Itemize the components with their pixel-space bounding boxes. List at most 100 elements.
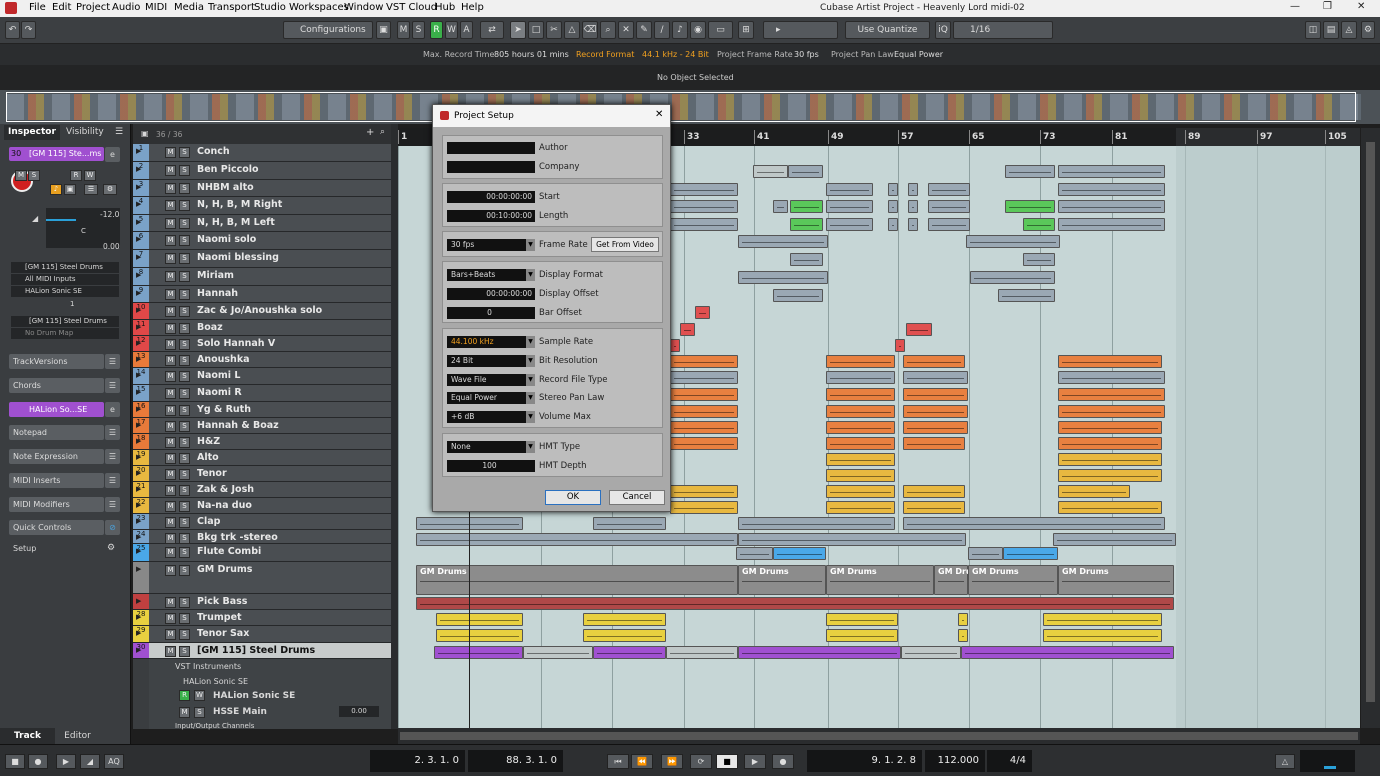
track-mute-button[interactable]: M	[165, 437, 176, 448]
expand-arrow-icon[interactable]: ▶	[136, 388, 141, 396]
folder-write-button[interactable]: W	[194, 690, 205, 701]
get-from-video-button[interactable]: Get From Video	[591, 237, 659, 252]
event-part[interactable]	[1058, 200, 1165, 213]
track-row[interactable]: 6 ▶ M S Naomi solo	[133, 232, 391, 250]
tempo-display[interactable]: 112.000	[925, 750, 985, 772]
track-name[interactable]: Zac & Jo/Anoushka solo	[197, 305, 322, 316]
rewind-icon[interactable]: ⏪	[631, 754, 653, 769]
autoscroll-icon[interactable]: ⇄	[480, 21, 504, 39]
solo-button[interactable]: S	[28, 170, 40, 181]
zoom-tool-icon[interactable]: ⌕	[600, 21, 616, 39]
expand-arrow-icon[interactable]: ▶	[136, 517, 141, 525]
tab-track[interactable]: Track	[0, 728, 55, 744]
event-part[interactable]	[903, 388, 968, 401]
track-mute-button[interactable]: M	[165, 597, 176, 608]
track-name[interactable]: Clap	[197, 516, 220, 527]
event-part[interactable]	[895, 339, 905, 352]
event-part[interactable]	[670, 218, 738, 231]
event-part[interactable]: GM Drums	[934, 565, 968, 595]
event-part[interactable]	[1058, 453, 1162, 466]
section-halion[interactable]: HALion So...SE	[9, 402, 104, 417]
event-part[interactable]	[670, 200, 738, 213]
event-part[interactable]: GM Drums	[416, 565, 738, 595]
sample-rate-select[interactable]: 44.100 kHz ▼	[447, 336, 535, 348]
track-name[interactable]: Zak & Josh	[197, 484, 254, 495]
track-mute-button[interactable]: M	[165, 355, 176, 366]
event-part[interactable]	[888, 200, 898, 213]
event-part[interactable]	[1043, 613, 1162, 626]
fast-forward-icon[interactable]: ⏩	[661, 754, 683, 769]
event-part[interactable]	[1058, 371, 1165, 384]
cycle-icon[interactable]: ⟳	[690, 754, 712, 769]
event-part[interactable]	[1005, 200, 1055, 213]
track-name[interactable]: GM Drums	[197, 564, 252, 575]
track-name[interactable]: [GM 115] Steel Drums	[197, 645, 315, 656]
color-tool-icon[interactable]: ◉	[690, 21, 706, 39]
track-solo-button[interactable]: S	[179, 355, 190, 366]
track-name[interactable]: Conch	[197, 146, 230, 157]
folder-read-button[interactable]: R	[179, 690, 190, 701]
quick-controls-icon[interactable]: ⊘	[105, 520, 120, 535]
event-part[interactable]	[903, 485, 965, 498]
event-part[interactable]	[826, 453, 895, 466]
author-input[interactable]	[447, 142, 535, 154]
expand-arrow-icon[interactable]: ▶	[136, 629, 141, 637]
track-mute-button[interactable]: M	[165, 453, 176, 464]
glue-tool-icon[interactable]: △	[564, 21, 580, 39]
track-mute-button[interactable]: M	[165, 147, 176, 158]
track-name[interactable]: N, H, B, M Right	[197, 199, 282, 210]
volume-max-select[interactable]: +6 dB ▼	[447, 411, 535, 423]
track-name[interactable]: Flute Combi	[197, 546, 261, 557]
track-solo-button[interactable]: S	[179, 437, 190, 448]
track-row[interactable]: 17 ▶ M S Hannah & Boaz	[133, 418, 391, 434]
lanes-icon[interactable]: ☰	[84, 184, 98, 195]
track-solo-button[interactable]: S	[179, 453, 190, 464]
track-name[interactable]: Alto	[197, 452, 219, 463]
expand-arrow-icon[interactable]: ▶	[136, 253, 141, 261]
event-part[interactable]	[826, 388, 895, 401]
track-solo-button[interactable]: S	[179, 597, 190, 608]
mute-tool-icon[interactable]: ✕	[618, 21, 634, 39]
track-row[interactable]: 5 ▶ M S N, H, B, M Left	[133, 215, 391, 232]
expand-arrow-icon[interactable]: ▶	[136, 646, 141, 654]
track-solo-button[interactable]: S	[179, 388, 190, 399]
event-part[interactable]	[738, 646, 901, 659]
layout-right-icon[interactable]: ◬	[1341, 21, 1357, 39]
expand-arrow-icon[interactable]: ▶	[136, 306, 141, 314]
play-tool-icon[interactable]: ♪	[672, 21, 688, 39]
expand-arrow-icon[interactable]: ▶	[136, 323, 141, 331]
menu-file[interactable]: File	[29, 2, 46, 13]
solo-all-button[interactable]: S	[412, 21, 425, 39]
track-row[interactable]: 25 ▶ M S Flute Combi	[133, 544, 391, 562]
folder-vst-instruments[interactable]: VST Instruments	[175, 662, 241, 671]
track-name[interactable]: Naomi R	[197, 387, 242, 398]
trackversions-icon[interactable]: ☰	[105, 354, 120, 369]
event-part[interactable]	[998, 289, 1055, 302]
event-part[interactable]	[670, 339, 680, 352]
track-row[interactable]: 16 ▶ M S Yg & Ruth	[133, 402, 391, 418]
track-name[interactable]: Boaz	[197, 322, 223, 333]
event-part[interactable]	[583, 629, 666, 642]
menu-project[interactable]: Project	[76, 2, 110, 13]
tab-inspector[interactable]: Inspector	[4, 125, 60, 140]
event-part[interactable]	[903, 355, 965, 368]
event-part[interactable]	[826, 421, 895, 434]
expand-arrow-icon[interactable]: ▶	[136, 271, 141, 279]
event-part[interactable]	[826, 485, 895, 498]
event-part[interactable]	[670, 405, 738, 418]
length-input[interactable]: 00:10:00:00	[447, 210, 535, 222]
event-part[interactable]	[826, 629, 898, 642]
track-row[interactable]: 23 ▶ M S Clap	[133, 514, 391, 530]
track-name[interactable]: Yg & Ruth	[197, 404, 251, 415]
horizontal-scrollbar[interactable]	[398, 728, 1360, 744]
track-mute-button[interactable]: M	[165, 405, 176, 416]
event-part[interactable]	[1058, 437, 1162, 450]
event-part[interactable]	[903, 437, 965, 450]
event-part[interactable]	[958, 613, 968, 626]
track-row[interactable]: 8 ▶ M S Miriam	[133, 268, 391, 286]
left-locator-display[interactable]: 2. 3. 1. 0	[370, 750, 465, 772]
stop-icon[interactable]: ■	[5, 754, 25, 769]
erase-tool-icon[interactable]: ⌫	[582, 21, 598, 39]
track-mute-button[interactable]: M	[165, 218, 176, 229]
event-part[interactable]: GM Drums	[1058, 565, 1174, 595]
